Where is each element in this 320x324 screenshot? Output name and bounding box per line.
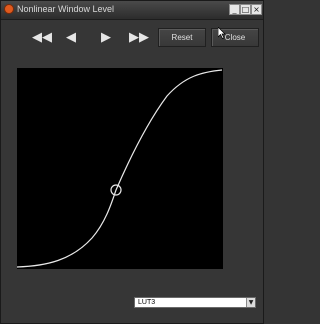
nonlinear-window-level-dialog: Nonlinear Window Level _ □ × ◀◀ ◀ ▶ ▶▶ R… bbox=[0, 0, 264, 324]
reset-button[interactable]: Reset bbox=[158, 28, 206, 47]
chevron-down-icon[interactable]: ▼ bbox=[246, 298, 255, 307]
minimize-button[interactable]: _ bbox=[229, 4, 240, 15]
first-frame-icon[interactable]: ◀◀ bbox=[32, 30, 52, 46]
next-frame-icon[interactable]: ▶ bbox=[99, 30, 113, 46]
last-frame-icon[interactable]: ▶▶ bbox=[129, 30, 149, 46]
lut-curve bbox=[16, 69, 223, 268]
lut-select[interactable]: LUT3 ▼ bbox=[134, 297, 256, 308]
lut-select-value: LUT3 bbox=[138, 299, 156, 306]
maximize-button[interactable]: □ bbox=[240, 4, 251, 15]
lut-curve-plot[interactable] bbox=[16, 68, 223, 269]
app-icon bbox=[4, 4, 14, 14]
curve-canvas bbox=[16, 69, 223, 268]
title-bar[interactable]: Nonlinear Window Level _ □ × bbox=[1, 1, 263, 20]
close-window-button[interactable]: × bbox=[251, 4, 262, 15]
previous-frame-icon[interactable]: ◀ bbox=[64, 30, 78, 46]
mouse-cursor-icon bbox=[218, 27, 226, 39]
window-title: Nonlinear Window Level bbox=[17, 4, 115, 14]
